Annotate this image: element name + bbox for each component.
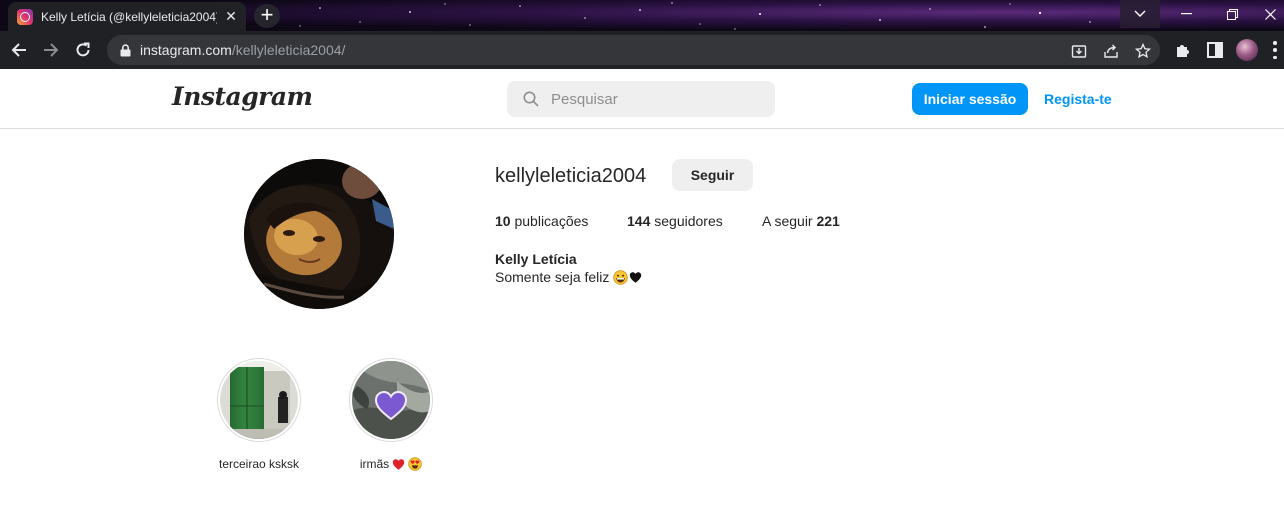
browser-toolbar: instagram.com/kellyleleticia2004/ bbox=[0, 31, 1284, 69]
back-arrow-icon[interactable] bbox=[6, 37, 32, 63]
posts-count-value: 10 bbox=[495, 213, 511, 229]
profile-full-name: Kelly Letícia bbox=[495, 251, 577, 267]
login-button[interactable]: Iniciar sessão bbox=[912, 83, 1028, 115]
profile-username: kellyleleticia2004 bbox=[495, 165, 647, 187]
bookmark-star-icon[interactable] bbox=[1134, 42, 1152, 60]
grinning-face-icon bbox=[613, 269, 629, 285]
following-count[interactable]: A seguir 221 bbox=[762, 213, 840, 229]
lock-icon[interactable] bbox=[118, 43, 132, 57]
extensions-icon[interactable] bbox=[1174, 41, 1192, 59]
profile-picture[interactable] bbox=[244, 159, 394, 309]
signup-link[interactable]: Regista-te bbox=[1044, 91, 1112, 107]
red-heart-icon bbox=[392, 458, 405, 471]
close-tab-icon[interactable]: ✕ bbox=[223, 8, 239, 25]
followers-count-value: 144 bbox=[627, 213, 651, 229]
tab-title: Kelly Letícia (@kellyleleticia2004) bbox=[41, 9, 217, 24]
instagram-icon bbox=[17, 8, 33, 25]
posts-count-label: publicações bbox=[514, 213, 589, 229]
highlight-item[interactable]: irmãs bbox=[347, 358, 435, 471]
profile-avatar[interactable] bbox=[1236, 39, 1258, 61]
highlight-cover-image bbox=[352, 361, 430, 439]
url-host: instagram.com bbox=[140, 42, 232, 58]
instagram-header: Instagram Iniciar sessão Regista-te bbox=[0, 69, 1284, 129]
instagram-logo[interactable]: Instagram bbox=[172, 82, 313, 111]
following-count-value: 221 bbox=[816, 213, 840, 229]
bio-text: Somente seja feliz bbox=[495, 269, 610, 285]
tab-search-button[interactable] bbox=[1120, 0, 1160, 28]
browser-titlebar: Kelly Letícia (@kellyleleticia2004) ✕ + bbox=[0, 0, 1284, 31]
url-path: /kellyleleticia2004/ bbox=[231, 42, 346, 58]
address-bar[interactable]: instagram.com/kellyleleticia2004/ bbox=[107, 35, 1160, 65]
following-count-label: A seguir bbox=[762, 213, 813, 229]
highlight-cover-ring bbox=[217, 358, 301, 442]
follow-button[interactable]: Seguir bbox=[672, 159, 753, 191]
highlight-cover-image bbox=[220, 361, 298, 439]
highlight-label-text: irmãs bbox=[359, 457, 390, 471]
search-icon bbox=[523, 90, 541, 108]
close-window-button[interactable] bbox=[1256, 0, 1284, 28]
followers-count-label: seguidores bbox=[654, 213, 723, 229]
reload-icon[interactable] bbox=[70, 37, 96, 63]
more-menu-icon[interactable] bbox=[1272, 41, 1278, 59]
black-heart-icon bbox=[629, 271, 642, 284]
sidebar-icon[interactable] bbox=[1206, 41, 1224, 59]
highlight-label: irmãs bbox=[360, 457, 422, 471]
heart-eyes-icon bbox=[408, 457, 422, 471]
profile-photo-image bbox=[244, 159, 394, 309]
followers-count[interactable]: 144 seguidores bbox=[627, 213, 723, 229]
highlight-cover-ring bbox=[349, 358, 433, 442]
highlight-label-text: terceirao ksksk bbox=[218, 457, 300, 471]
highlight-item[interactable]: terceirao ksksk bbox=[215, 358, 303, 471]
posts-count[interactable]: 10 publicações bbox=[495, 213, 588, 229]
search-box[interactable] bbox=[507, 81, 775, 117]
new-tab-button[interactable]: + bbox=[254, 4, 280, 28]
profile-bio: Somente seja feliz bbox=[495, 269, 642, 285]
browser-tab[interactable]: Kelly Letícia (@kellyleleticia2004) ✕ bbox=[8, 2, 246, 31]
minimize-button[interactable] bbox=[1164, 0, 1208, 28]
forward-arrow-icon[interactable] bbox=[38, 37, 64, 63]
share-icon[interactable] bbox=[1102, 42, 1120, 60]
highlight-label: terceirao ksksk bbox=[219, 457, 299, 471]
search-input[interactable] bbox=[551, 90, 761, 108]
restore-button[interactable] bbox=[1210, 0, 1254, 28]
install-icon[interactable] bbox=[1070, 42, 1088, 60]
